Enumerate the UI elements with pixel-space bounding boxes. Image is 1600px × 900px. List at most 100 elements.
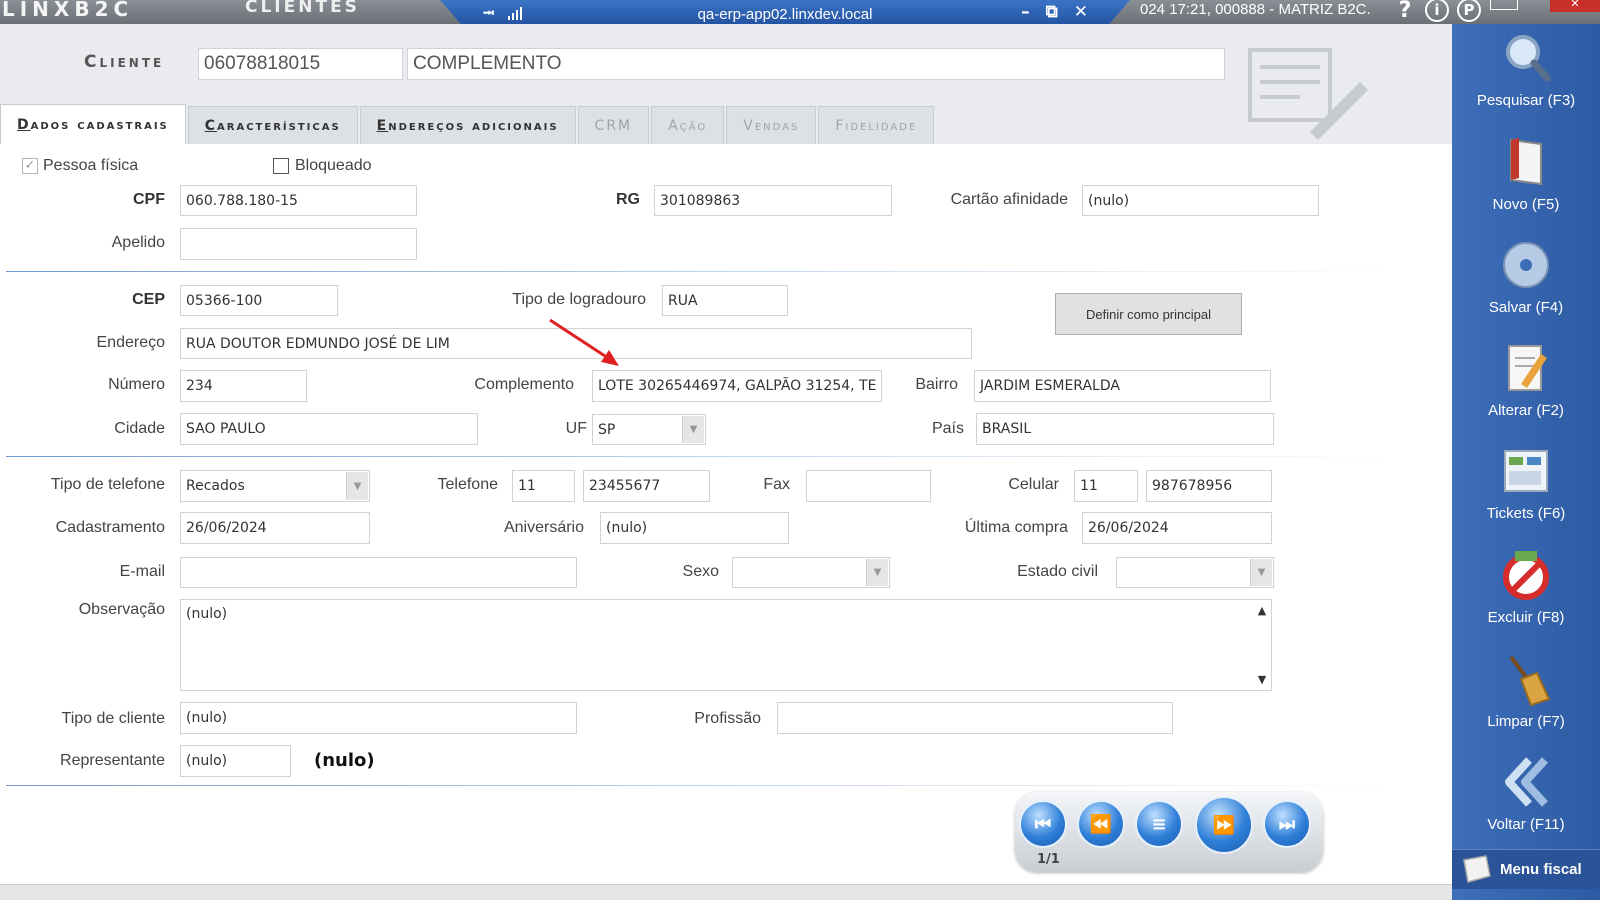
help-icon[interactable]: ? bbox=[1393, 0, 1417, 23]
ultima-compra-label: Última compra bbox=[964, 519, 1068, 536]
sexo-select[interactable]: ▼ bbox=[732, 557, 890, 588]
separator bbox=[6, 785, 1416, 786]
back-icon bbox=[1501, 754, 1551, 810]
celular-label: Celular bbox=[1008, 476, 1059, 493]
profissao-field[interactable] bbox=[777, 702, 1173, 734]
profissao-label: Profissão bbox=[694, 710, 761, 727]
fax-field[interactable] bbox=[806, 470, 931, 502]
chevron-down-icon[interactable]: ▼ bbox=[682, 416, 704, 443]
endereco-field[interactable]: RUA DOUTOR EDMUNDO JOSÉ DE LIM bbox=[180, 328, 972, 359]
menu-fiscal-button[interactable]: Menu fiscal bbox=[1452, 849, 1600, 889]
cpf-field[interactable]: 060.788.180-15 bbox=[180, 185, 417, 216]
telefone-label: Telefone bbox=[437, 476, 499, 493]
last-record-button[interactable]: ⏭ bbox=[1263, 800, 1311, 848]
definir-principal-button[interactable]: Definir como principal bbox=[1055, 293, 1242, 335]
chevron-down-icon[interactable]: ▼ bbox=[1250, 559, 1272, 586]
disk-icon bbox=[1501, 237, 1551, 293]
tab-acao[interactable]: Ação bbox=[651, 106, 725, 144]
limpar-button[interactable]: Limpar (F7) bbox=[1452, 651, 1600, 741]
window-minimize-button[interactable] bbox=[1490, 0, 1518, 10]
tab-caracteristicas[interactable]: Características bbox=[187, 106, 358, 144]
bairro-field[interactable]: JARDIM ESMERALDA bbox=[974, 370, 1271, 402]
close-icon[interactable]: ✕ bbox=[1074, 2, 1088, 22]
ultima-compra-field[interactable]: 26/06/2024 bbox=[1082, 512, 1272, 544]
email-field[interactable] bbox=[180, 557, 577, 588]
cliente-code-field[interactable]: 06078818015 bbox=[198, 48, 403, 80]
aniversario-field[interactable]: (nulo) bbox=[600, 512, 789, 544]
tab-vendas[interactable]: Vendas bbox=[726, 106, 817, 144]
p-icon[interactable]: P bbox=[1457, 0, 1481, 22]
chevron-down-icon[interactable]: ▼ bbox=[866, 559, 888, 586]
uf-select[interactable]: SP ▼ bbox=[592, 414, 706, 445]
tipo-telefone-select[interactable]: Recados ▼ bbox=[180, 470, 370, 502]
pais-field[interactable]: BRASIL bbox=[976, 413, 1274, 445]
representante-field[interactable]: (nulo) bbox=[180, 745, 291, 777]
cartao-afinidade-field[interactable]: (nulo) bbox=[1082, 185, 1319, 216]
tipo-cliente-field[interactable]: (nulo) bbox=[180, 702, 577, 734]
chevron-down-icon[interactable]: ▼ bbox=[346, 472, 368, 500]
cpf-label: CPF bbox=[133, 191, 165, 208]
tab-dados-cadastrais[interactable]: Dados cadastrais bbox=[0, 104, 186, 144]
cidade-field[interactable]: SAO PAULO bbox=[180, 413, 478, 445]
telefone-ddd-field[interactable]: 11 bbox=[512, 470, 575, 502]
scrollbar[interactable]: ▲ ▼ bbox=[1253, 600, 1271, 690]
apelido-label: Apelido bbox=[111, 234, 165, 251]
brand-logo: LINXB2C bbox=[2, 0, 134, 21]
tickets-button[interactable]: Tickets (F6) bbox=[1452, 443, 1600, 533]
celular-field[interactable]: 987678956 bbox=[1146, 470, 1272, 502]
alterar-button[interactable]: Alterar (F2) bbox=[1452, 340, 1600, 430]
record-navigator: ⏮ ⏪ ≡ ⏩ ⏭ 1/1 bbox=[1015, 792, 1323, 872]
cadastramento-label: Cadastramento bbox=[55, 519, 165, 536]
numero-field[interactable]: 234 bbox=[180, 370, 307, 402]
complemento-field[interactable]: LOTE 30265446974, GALPÃO 31254, TE bbox=[592, 370, 882, 402]
estado-civil-select[interactable]: ▼ bbox=[1116, 557, 1274, 588]
list-record-button[interactable]: ≡ bbox=[1135, 800, 1183, 848]
cep-label: CEP bbox=[132, 291, 165, 308]
bloqueado-checkbox[interactable] bbox=[273, 158, 289, 174]
action-sidebar: Pesquisar (F3) Novo (F5) Salvar (F4) Alt… bbox=[1452, 24, 1600, 900]
salvar-button[interactable]: Salvar (F4) bbox=[1452, 237, 1600, 327]
voltar-button[interactable]: Voltar (F11) bbox=[1452, 754, 1600, 844]
record-count: 1/1 bbox=[1037, 852, 1060, 867]
info-icon[interactable]: i bbox=[1425, 0, 1449, 22]
rg-field[interactable]: 301089863 bbox=[654, 185, 892, 216]
tipo-cliente-label: Tipo de cliente bbox=[61, 710, 165, 727]
first-record-button[interactable]: ⏮ bbox=[1019, 800, 1067, 848]
tab-crm[interactable]: CRM bbox=[577, 106, 650, 144]
uf-label: UF bbox=[565, 420, 587, 437]
previous-record-button[interactable]: ⏪ bbox=[1077, 800, 1125, 848]
observacao-textarea[interactable]: (nulo) ▲ ▼ bbox=[180, 599, 1272, 691]
celular-ddd-field[interactable]: 11 bbox=[1074, 470, 1138, 502]
tab-fidelidade[interactable]: Fidelidade bbox=[818, 106, 935, 144]
next-record-button[interactable]: ⏩ bbox=[1195, 796, 1253, 854]
session-status: 024 17:21, 000888 - MATRIZ B2C. bbox=[1140, 1, 1371, 18]
tab-enderecos-adicionais[interactable]: Endereços adicionais bbox=[359, 106, 576, 144]
apelido-field[interactable] bbox=[180, 228, 417, 260]
complemento-label: Complemento bbox=[474, 376, 574, 393]
separator bbox=[6, 456, 1416, 457]
scroll-down-icon[interactable]: ▼ bbox=[1258, 673, 1266, 686]
cep-field[interactable]: 05366-100 bbox=[180, 285, 338, 316]
representante-label: Representante bbox=[60, 752, 165, 769]
cliente-name-field[interactable]: COMPLEMENTO bbox=[407, 48, 1225, 80]
cliente-label: Cliente bbox=[84, 52, 165, 72]
title-bar: LINXB2C CLIENTES ⭲ qa-erp-app02.linxdev.… bbox=[0, 0, 1600, 28]
receipt-icon bbox=[1460, 854, 1494, 888]
scroll-up-icon[interactable]: ▲ bbox=[1258, 604, 1266, 617]
estado-civil-label: Estado civil bbox=[1017, 563, 1098, 580]
tab-bar: Dados cadastrais Características Endereç… bbox=[0, 104, 936, 144]
pessoa-fisica-checkbox[interactable]: ✓ bbox=[22, 158, 38, 174]
fax-label: Fax bbox=[763, 476, 790, 493]
endereco-label: Endereço bbox=[96, 334, 166, 351]
pessoa-fisica-label: Pessoa física bbox=[43, 157, 139, 174]
restore-icon[interactable]: ⧉ bbox=[1046, 2, 1058, 22]
cadastramento-field[interactable]: 26/06/2024 bbox=[180, 512, 370, 544]
telefone-field[interactable]: 23455677 bbox=[583, 470, 710, 502]
novo-button[interactable]: Novo (F5) bbox=[1452, 134, 1600, 224]
tipo-logradouro-field[interactable]: RUA bbox=[662, 285, 788, 316]
magnifier-icon bbox=[1501, 30, 1551, 86]
minimize-icon[interactable]: – bbox=[1021, 2, 1030, 22]
excluir-button[interactable]: Excluir (F8) bbox=[1452, 547, 1600, 637]
pesquisar-button[interactable]: Pesquisar (F3) bbox=[1452, 30, 1600, 120]
window-close-button[interactable]: ✕ bbox=[1550, 0, 1600, 12]
